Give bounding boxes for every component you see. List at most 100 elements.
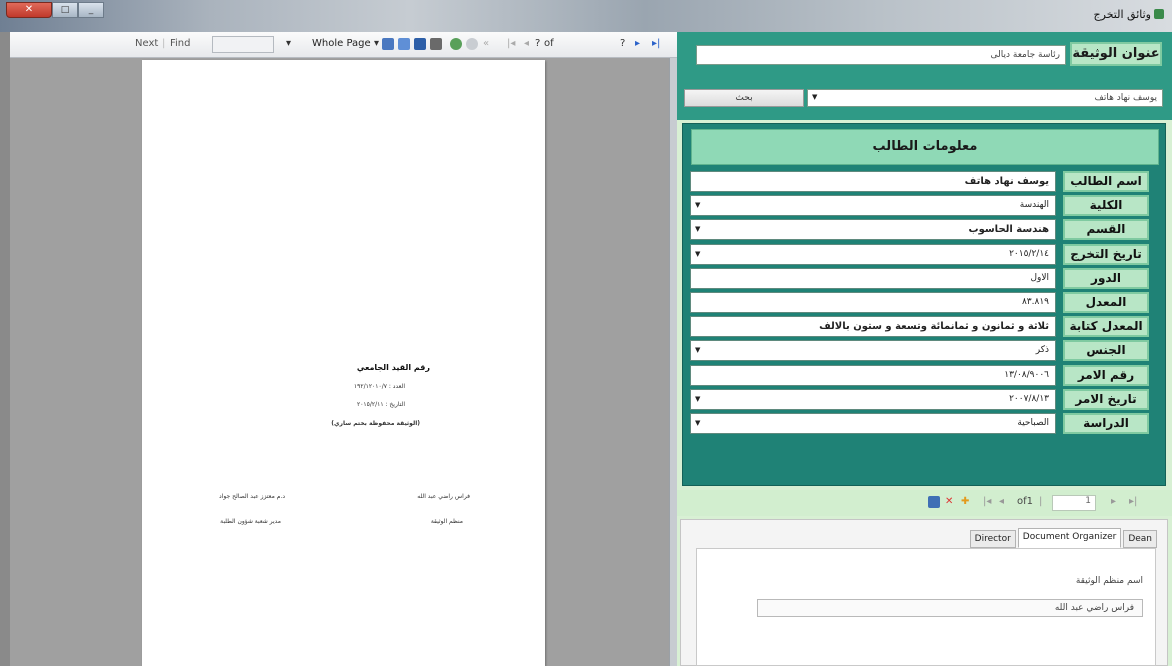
field-value: يوسف نهاد هاتف: [964, 176, 1049, 187]
nav-prev-icon[interactable]: ◂: [999, 496, 1004, 507]
window-title-text: وثائق التخرج: [1093, 8, 1151, 21]
report-viewer: Next | Find ▾ Whole Page ▾ « |◂ ◂ ? of ?…: [0, 32, 677, 666]
next-page-icon[interactable]: ▸: [635, 38, 640, 49]
minimize-window-button[interactable]: _: [78, 2, 104, 18]
find-link[interactable]: Find: [170, 38, 191, 49]
form-header-area: عنوان الوثيقة رئاسة جامعة ديالى بحث يوسف…: [677, 32, 1172, 120]
field-label: الدراسة: [1063, 413, 1149, 434]
page-setup-icon[interactable]: [414, 38, 426, 50]
signature-right-role: منظم الوثيقة: [430, 518, 463, 525]
field-label: تاريخ الامر: [1063, 389, 1149, 410]
field-value: ١٣/٠٨/٩٠٠٦: [1004, 370, 1049, 380]
nav-first-icon[interactable]: |◂: [983, 496, 991, 507]
tab-strip: Director Document Organizer Dean: [968, 528, 1157, 548]
field-input[interactable]: الاول: [690, 268, 1056, 289]
field-dropdown[interactable]: الصباحية ▼: [690, 413, 1056, 434]
section-title: معلومات الطالب: [691, 129, 1159, 165]
field-label: المعدل: [1063, 292, 1149, 313]
add-icon[interactable]: ✚: [961, 496, 969, 507]
chevron-down-icon: ▼: [695, 346, 701, 354]
field-value: الصباحية: [1017, 418, 1049, 428]
window-controls: ✕ □ _: [6, 2, 106, 18]
find-next-link[interactable]: Next: [135, 38, 158, 49]
refresh-icon[interactable]: [450, 38, 462, 50]
stop-icon[interactable]: [466, 38, 478, 50]
chevron-down-icon: ▼: [695, 419, 701, 427]
print-layout-icon[interactable]: [398, 38, 410, 50]
title-bar: ✕ □ _ وثائق التخرج: [0, 0, 1172, 32]
find-input[interactable]: [212, 36, 274, 53]
tab-dean[interactable]: Dean: [1123, 530, 1157, 548]
current-page-input[interactable]: ?: [535, 38, 540, 49]
field-dropdown[interactable]: ذكر ▼: [690, 340, 1056, 361]
signers-tab-control: Director Document Organizer Dean اسم منظ…: [680, 519, 1168, 666]
print-icon[interactable]: [430, 38, 442, 50]
field-value: ذكر: [1035, 345, 1049, 355]
back-icon[interactable]: «: [483, 38, 489, 49]
field-dropdown[interactable]: ٢٠١٥/٢/١٤ ▼: [690, 244, 1056, 265]
app-icon: [1154, 9, 1164, 19]
field-label: الدور: [1063, 268, 1149, 289]
field-value: ثلاثة و ثمانون و ثمانمائة وتسعة و ستون ب…: [819, 321, 1049, 332]
field-label: الجنس: [1063, 340, 1149, 361]
field-dropdown[interactable]: هندسة الحاسوب ▼: [690, 219, 1056, 240]
field-dropdown[interactable]: ٢٠٠٧/٨/١٣ ▼: [690, 389, 1056, 410]
viewer-scrollbar[interactable]: [669, 58, 677, 666]
field-value: ٨٣.٨١٩: [1021, 297, 1049, 307]
field-value: ٢٠٠٧/٨/١٣: [1009, 394, 1049, 404]
zoom-dropdown-arrow[interactable]: ▾: [286, 38, 291, 49]
window-title: وثائق التخرج: [1094, 8, 1164, 21]
signature-left-role: مدير شعبة شؤون الطلبة: [220, 518, 281, 525]
last-page-icon[interactable]: ▸|: [652, 38, 660, 49]
zoom-arrow-icon[interactable]: ▾: [374, 38, 379, 49]
chevron-down-icon: ▼: [695, 225, 701, 233]
page-total: ?: [620, 38, 626, 49]
search-button[interactable]: بحث: [684, 89, 804, 107]
export-icon[interactable]: [382, 38, 394, 50]
field-label: القسم: [1063, 219, 1149, 240]
student-select[interactable]: يوسف نهاد هاتف ▼: [807, 89, 1163, 107]
signature-right-name: فراس راضي عبد الله: [417, 493, 470, 500]
organizer-label: اسم منظم الوثيقة: [1075, 576, 1143, 586]
nav-next-icon[interactable]: ▸: [1111, 496, 1116, 507]
chevron-down-icon: ▼: [695, 201, 701, 209]
organizer-input[interactable]: فراس راضي عبد الله: [757, 599, 1143, 617]
field-label: رقم الامر: [1063, 365, 1149, 386]
field-label: اسم الطالب: [1063, 171, 1149, 192]
nav-sep: |: [1039, 496, 1043, 507]
page-of-label: of: [544, 38, 554, 49]
report-note-line: (الوثيقة محفوظة بختم ساري): [331, 420, 420, 427]
chevron-down-icon: ▼: [812, 93, 818, 101]
zoom-select[interactable]: Whole Page: [312, 38, 371, 49]
field-input[interactable]: يوسف نهاد هاتف: [690, 171, 1056, 192]
close-window-button[interactable]: ✕: [6, 2, 52, 18]
tab-document-organizer[interactable]: Document Organizer: [1017, 528, 1122, 548]
graduation-form: عنوان الوثيقة رئاسة جامعة ديالى بحث يوسف…: [677, 32, 1172, 666]
report-date-line: التاريخ : ٢٠١٥/٢/١١: [356, 401, 405, 408]
field-input[interactable]: ثلاثة و ثمانون و ثمانمائة وتسعة و ستون ب…: [690, 316, 1056, 337]
field-value: الهندسة: [1019, 200, 1049, 210]
first-page-icon[interactable]: |◂: [507, 38, 515, 49]
field-label: المعدل كتابة: [1063, 316, 1149, 337]
prev-page-icon[interactable]: ◂: [524, 38, 529, 49]
doc-title-input[interactable]: رئاسة جامعة ديالى: [696, 45, 1066, 65]
field-input[interactable]: ١٣/٠٨/٩٠٠٦: [690, 365, 1056, 386]
maximize-window-button[interactable]: □: [52, 2, 78, 18]
field-label: الكلية: [1063, 195, 1149, 216]
nav-position-input[interactable]: 1: [1052, 495, 1096, 511]
student-info-panel: معلومات الطالب اسم الطالب يوسف نهاد هاتف ا…: [682, 123, 1166, 486]
tab-panel-document-organizer: اسم منظم الوثيقة فراس راضي عبد الله: [696, 548, 1156, 666]
nav-last-icon[interactable]: ▸|: [1129, 496, 1137, 507]
left-scroll-strip: [0, 32, 10, 666]
save-icon[interactable]: [928, 496, 940, 508]
chevron-down-icon: ▼: [695, 395, 701, 403]
field-dropdown[interactable]: الهندسة ▼: [690, 195, 1056, 216]
report-heading: رقم القيد الجامعي: [356, 363, 430, 372]
chevron-down-icon: ▼: [695, 250, 701, 258]
delete-icon[interactable]: ✕: [945, 496, 953, 507]
field-input[interactable]: ٨٣.٨١٩: [690, 292, 1056, 313]
report-number-line: العدد : ١٩٢/١٢٠١٠/٧: [353, 383, 405, 390]
report-page: رقم القيد الجامعي العدد : ١٩٢/١٢٠١٠/٧ ال…: [142, 60, 545, 666]
field-value: ٢٠١٥/٢/١٤: [1009, 249, 1049, 259]
tab-director[interactable]: Director: [969, 530, 1016, 548]
